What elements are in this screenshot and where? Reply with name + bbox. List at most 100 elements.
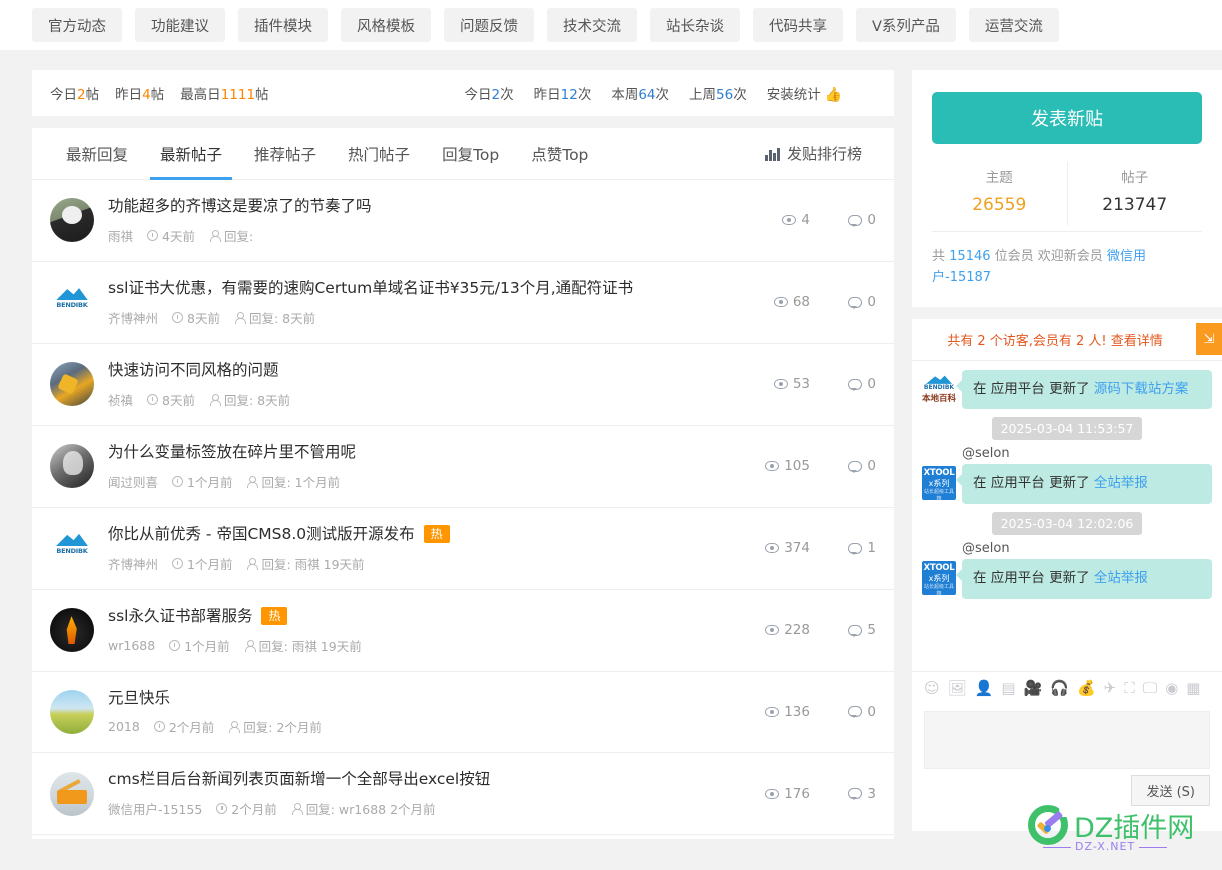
post-stats: 176 3 xyxy=(742,786,876,802)
tab-4[interactable]: 回复Top xyxy=(426,128,515,180)
list-item: XTOOL x系列 站长超级工具箱在 应用平台 更新了 全站举报 xyxy=(922,559,1212,599)
eye-icon xyxy=(765,706,780,717)
post-author-name: 齐博神州 xyxy=(108,310,159,326)
list-icon[interactable]: ▤ xyxy=(1001,680,1015,696)
table-row[interactable]: 功能超多的齐博这是要凉了的节奏了吗 雨祺 4天前 回复: 4 0 xyxy=(32,180,894,262)
post-reply-text: 回复: 1个月前 xyxy=(261,474,341,490)
table-row[interactable]: 快速访问不同风格的问题 祯禛 8天前 回复: 8天前 53 0 xyxy=(32,344,894,426)
post-author[interactable]: wr1688 xyxy=(108,638,155,653)
money-bag-icon[interactable]: 💰 xyxy=(1077,680,1096,696)
post-stat-2: 最高日1111帖 xyxy=(180,83,268,103)
post-title-link[interactable]: 元旦快乐 xyxy=(108,688,170,709)
new-post-button[interactable]: 发表新贴 xyxy=(932,92,1202,144)
avatar[interactable]: XTOOL x系列 站长超级工具箱 xyxy=(922,466,956,501)
post-time: 1个月前 xyxy=(169,636,230,655)
category-chip-9[interactable]: 运营交流 xyxy=(968,8,1059,42)
table-row[interactable]: ssl永久证书部署服务热 wr1688 1个月前 回复: 雨祺 19天前 228 5 xyxy=(32,590,894,672)
message-link[interactable]: 源码下载站方案 xyxy=(1094,381,1189,397)
post-count-value: 213747 xyxy=(1102,195,1168,215)
table-row[interactable]: ssl证书大优惠，有需要的速购Certum单域名证书¥35元/13个月,通配符证… xyxy=(32,262,894,344)
emoji-icon[interactable]: ☺ xyxy=(924,680,940,696)
send-button[interactable]: 发送 (S) xyxy=(1131,774,1210,806)
post-title-link[interactable]: ssl永久证书部署服务 xyxy=(108,606,252,627)
post-author-name: 齐博神州 xyxy=(108,556,159,572)
visitor-count-text: 共有 2 个访客,会员有 2 人! xyxy=(947,333,1107,349)
visit-stat-3: 上周56次 xyxy=(689,83,747,103)
post-author[interactable]: 闻过则喜 xyxy=(108,472,158,491)
crop-icon[interactable]: ⛶ xyxy=(1124,680,1135,696)
shoutbox-input[interactable] xyxy=(924,710,1210,769)
post-author[interactable]: 祯禛 xyxy=(108,390,133,409)
post-title-link[interactable]: cms栏目后台新闻列表页面新增一个全部导出excel按钮 xyxy=(108,769,490,790)
category-chip-7[interactable]: 代码共享 xyxy=(753,8,843,42)
category-chip-3[interactable]: 风格模板 xyxy=(341,8,431,42)
user-icon xyxy=(209,393,221,406)
tab-2[interactable]: 推荐帖子 xyxy=(238,128,332,180)
table-row[interactable]: 元旦快乐 2018 2个月前 回复: 2个月前 136 0 xyxy=(32,672,894,754)
comment-count-value: 5 xyxy=(867,622,876,639)
tab-1[interactable]: 最新帖子 xyxy=(144,128,238,180)
post-author[interactable]: 微信用户-15155 xyxy=(108,799,202,818)
category-chip-4[interactable]: 问题反馈 xyxy=(444,8,534,42)
comment-count-value: 0 xyxy=(867,458,876,475)
tab-3[interactable]: 热门帖子 xyxy=(332,128,426,180)
post-title-link[interactable]: ssl证书大优惠，有需要的速购Certum单域名证书¥35元/13个月,通配符证… xyxy=(108,278,633,299)
comment-count: 5 xyxy=(810,622,876,638)
forum-summary-card: 发表新贴 主题 26559 帖子 213747 共 15146 位会员 欢迎新会… xyxy=(912,70,1222,307)
clock-icon xyxy=(172,557,184,569)
image-icon[interactable]: 🖼 xyxy=(948,680,967,696)
post-content: 你比从前优秀 - 帝国CMS8.0测试版开源发布热齐博神州 1个月前 回复: 雨祺 … xyxy=(108,524,742,573)
post-title-row: ssl永久证书部署服务热 xyxy=(108,606,742,627)
visit-stat-0: 今日2次 xyxy=(465,83,514,103)
message-link[interactable]: 全站举报 xyxy=(1094,570,1148,586)
message-link[interactable]: 全站举报 xyxy=(1094,475,1148,491)
video-icon[interactable]: 🎥 xyxy=(1024,680,1043,696)
expand-icon[interactable]: ⇲ xyxy=(1196,322,1222,355)
ranking-link[interactable]: 发贴排行榜 xyxy=(764,143,876,164)
visit-stat-1-label: 昨日 xyxy=(533,87,561,103)
shoutbox-messages[interactable]: BENDIBK 本地百科在 应用平台 更新了 源码下载站方案 2025-03-04 … xyxy=(912,361,1222,671)
category-chip-6[interactable]: 站长杂谈 xyxy=(650,8,740,42)
post-title-link[interactable]: 功能超多的齐博这是要凉了的节奏了吗 xyxy=(108,196,372,217)
post-author[interactable]: 齐博神州 xyxy=(108,554,158,573)
headphone-icon[interactable]: 🎧 xyxy=(1050,680,1069,696)
post-reply-text: 回复: 8天前 xyxy=(248,310,316,326)
message-text: 在 应用平台 更新了 xyxy=(973,475,1094,492)
members-count[interactable]: 15146 xyxy=(949,249,990,264)
monitor-icon[interactable]: 🖵 xyxy=(1143,680,1157,696)
category-chip-5[interactable]: 技术交流 xyxy=(547,8,637,42)
table-row[interactable]: 为什么变量标签放在碎片里不管用呢 闻过则喜 1个月前 回复: 1个月前 105 0 xyxy=(32,426,894,508)
avatar[interactable]: BENDIBK 本地百科 xyxy=(922,371,956,406)
install-stats-link[interactable]: 安装统计 👍 xyxy=(767,83,842,103)
category-chip-1[interactable]: 功能建议 xyxy=(135,8,225,42)
post-title-link[interactable]: 你比从前优秀 - 帝国CMS8.0测试版开源发布 xyxy=(108,524,415,545)
coin-icon[interactable]: ◉ xyxy=(1165,680,1178,696)
post-stat-1-unit: 帖 xyxy=(150,87,165,103)
post-author[interactable]: 雨祺 xyxy=(108,226,133,245)
visit-stat-3-unit: 次 xyxy=(733,87,747,103)
comment-count: 1 xyxy=(810,540,876,556)
category-chip-8[interactable]: V系列产品 xyxy=(856,8,956,42)
visit-stat-2-label: 本周 xyxy=(611,87,639,103)
post-title-link[interactable]: 快速访问不同风格的问题 xyxy=(108,360,279,381)
category-chip-2[interactable]: 插件模块 xyxy=(238,8,328,42)
tab-5[interactable]: 点赞Top xyxy=(515,128,604,180)
post-title-link[interactable]: 为什么变量标签放在碎片里不管用呢 xyxy=(108,442,356,463)
comment-bubble-icon xyxy=(848,378,863,391)
post-stat-1-value: 4 xyxy=(142,87,151,103)
tab-0[interactable]: 最新回复 xyxy=(50,128,144,180)
post-author[interactable]: 2018 xyxy=(108,719,140,734)
avatar-line-1: XTOOL xyxy=(923,563,955,574)
clock-icon xyxy=(153,721,165,733)
message-column: 在 应用平台 更新了 源码下载站方案 xyxy=(956,369,1212,410)
rocket-icon[interactable]: ✈ xyxy=(1104,680,1117,696)
table-row[interactable]: 你比从前优秀 - 帝国CMS8.0测试版开源发布热齐博神州 1个月前 回复: 雨祺 … xyxy=(32,508,894,590)
view-detail-link[interactable]: 查看详情 xyxy=(1111,330,1163,349)
add-user-icon[interactable]: 👤 xyxy=(975,680,994,696)
table-row[interactable]: cms栏目后台新闻列表页面新增一个全部导出excel按钮 微信用户-15155 2个… xyxy=(32,753,894,836)
category-chip-0[interactable]: 官方动态 xyxy=(32,8,122,42)
calculator-icon[interactable]: ▦ xyxy=(1186,680,1200,696)
post-author[interactable]: 齐博神州 xyxy=(108,308,158,327)
avatar[interactable]: XTOOL x系列 站长超级工具箱 xyxy=(922,561,956,596)
avatar xyxy=(50,362,94,407)
